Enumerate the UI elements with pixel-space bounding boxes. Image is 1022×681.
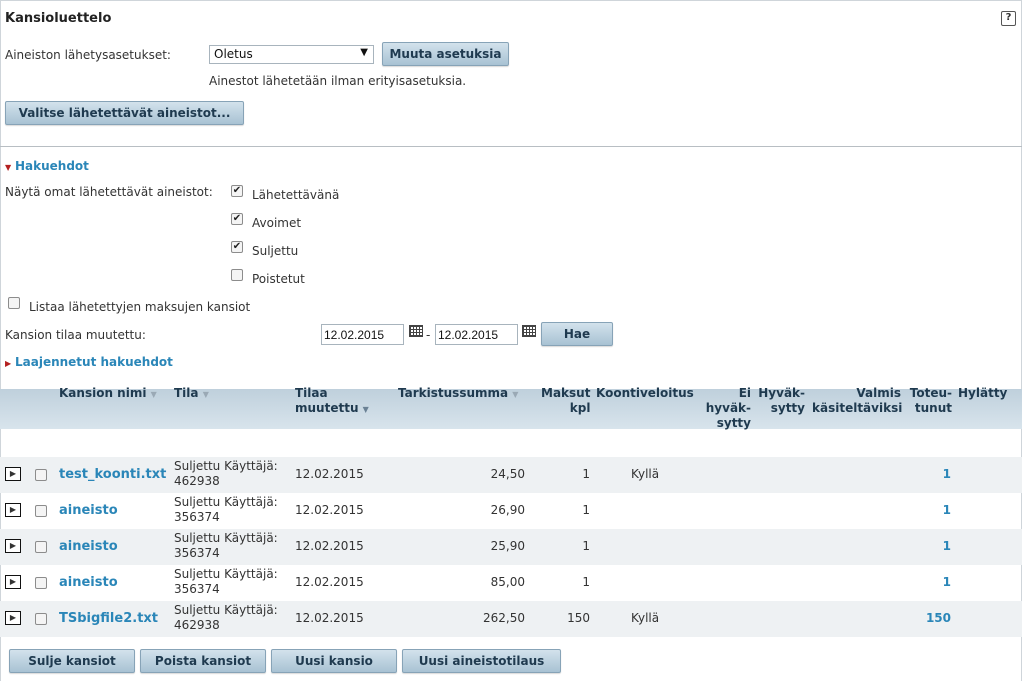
search-toggle-label: Hakuehdot bbox=[14, 159, 89, 173]
row-payments: 1 bbox=[582, 575, 590, 589]
search-toggle[interactable]: ▼ Hakuehdot bbox=[5, 159, 89, 173]
expand-row-icon[interactable]: ▶ bbox=[5, 503, 21, 517]
help-icon[interactable]: ? bbox=[1001, 11, 1016, 26]
row-checksum: 24,50 bbox=[490, 467, 525, 481]
folder-name-link[interactable]: aineisto bbox=[59, 575, 118, 590]
table-row: ▶ TSbigfile2.txt Suljettu Käyttäjä: 46293… bbox=[0, 601, 1022, 637]
send-settings-value: Oletus bbox=[214, 47, 253, 61]
expand-row-icon[interactable]: ▶ bbox=[5, 611, 21, 625]
expand-row-icon[interactable]: ▶ bbox=[5, 575, 21, 589]
folder-name-link[interactable]: aineisto bbox=[59, 503, 118, 518]
row-consolidated: Kyllä bbox=[631, 611, 660, 625]
col-consolidated: Koontiveloitus bbox=[596, 386, 694, 400]
col-name[interactable]: Kansion nimi ▼ bbox=[59, 386, 157, 402]
calendar-icon[interactable] bbox=[409, 325, 423, 337]
col-rejected: Hylätty bbox=[958, 386, 1008, 400]
row-payments: 1 bbox=[582, 467, 590, 481]
status-checkbox-closed[interactable]: ✔ bbox=[231, 241, 243, 253]
status-label-closed: Suljettu bbox=[252, 244, 299, 258]
row-done-link[interactable]: 1 bbox=[900, 575, 951, 590]
row-status: Suljettu Käyttäjä: 356374 bbox=[174, 567, 278, 596]
chevron-down-icon: ▼ bbox=[360, 47, 368, 58]
list-paid-label: Listaa lähetettyjen maksujen kansiot bbox=[29, 300, 251, 314]
date-from-input[interactable] bbox=[321, 324, 404, 345]
status-label-sending: Lähetettävänä bbox=[252, 188, 340, 202]
close-folders-button[interactable]: Sulje kansiot bbox=[9, 649, 135, 673]
table-header: Kansion nimi ▼ Tila ▼ Tilaa muutettu ▼ Ta… bbox=[0, 386, 1022, 430]
folder-name-link[interactable]: aineisto bbox=[59, 539, 118, 554]
row-payments: 1 bbox=[582, 539, 590, 553]
row-done-link[interactable]: 1 bbox=[900, 539, 951, 554]
folder-name-link[interactable]: TSbigfile2.txt bbox=[59, 611, 158, 626]
row-changed: 12.02.2015 bbox=[295, 575, 364, 589]
row-checksum: 25,90 bbox=[490, 539, 525, 553]
expand-row-icon[interactable]: ▶ bbox=[5, 539, 21, 553]
row-changed: 12.02.2015 bbox=[295, 539, 364, 553]
divider bbox=[0, 146, 1022, 147]
row-done-link[interactable]: 1 bbox=[900, 503, 951, 518]
row-payments: 1 bbox=[582, 503, 590, 517]
col-ready: Valmis käsiteltäviksi bbox=[812, 386, 903, 415]
row-checkbox[interactable] bbox=[35, 541, 47, 553]
changed-label: Kansion tilaa muutettu: bbox=[5, 328, 146, 342]
row-changed: 12.02.2015 bbox=[295, 467, 364, 481]
row-checkbox[interactable] bbox=[35, 505, 47, 517]
calendar-icon[interactable] bbox=[522, 325, 536, 337]
table-row: ▶ aineisto Suljettu Käyttäjä: 356374 12.0… bbox=[0, 529, 1022, 565]
row-checksum: 85,00 bbox=[490, 575, 525, 589]
send-settings-select[interactable]: Oletus ▼ bbox=[209, 45, 374, 64]
status-label-deleted: Poistetut bbox=[252, 272, 305, 286]
row-status: Suljettu Käyttäjä: 462938 bbox=[174, 459, 278, 488]
table-row: ▶ aineisto Suljettu Käyttäjä: 356374 12.0… bbox=[0, 493, 1022, 529]
triangle-down-icon: ▼ bbox=[5, 163, 12, 172]
row-done-link[interactable]: 150 bbox=[900, 611, 951, 626]
row-checkbox[interactable] bbox=[35, 469, 47, 481]
row-changed: 12.02.2015 bbox=[295, 611, 364, 625]
new-folder-button[interactable]: Uusi kansio bbox=[271, 649, 397, 673]
change-settings-button[interactable]: Muuta asetuksia bbox=[382, 42, 509, 66]
status-checkbox-deleted[interactable] bbox=[231, 269, 243, 281]
status-label-open: Avoimet bbox=[252, 216, 302, 230]
new-order-button[interactable]: Uusi aineistotilaus bbox=[402, 649, 561, 673]
row-status: Suljettu Käyttäjä: 356374 bbox=[174, 495, 278, 524]
table-row: ▶ aineisto Suljettu Käyttäjä: 356374 12.0… bbox=[0, 565, 1022, 601]
table-row: ▶ test_koonti.txt Suljettu Käyttäjä: 4629… bbox=[0, 457, 1022, 493]
extended-search-label: Laajennetut hakuehdot bbox=[14, 355, 173, 369]
row-status: Suljettu Käyttäjä: 356374 bbox=[174, 531, 278, 560]
search-button[interactable]: Hae bbox=[541, 322, 613, 346]
send-settings-info: Ainestot lähetetään ilman erityisasetuks… bbox=[209, 74, 467, 88]
row-payments: 150 bbox=[567, 611, 590, 625]
status-checkbox-sending[interactable]: ✔ bbox=[231, 185, 243, 197]
row-done-link[interactable]: 1 bbox=[900, 467, 951, 482]
col-status[interactable]: Tila ▼ bbox=[174, 386, 209, 402]
col-payments: Maksut kpl bbox=[541, 386, 591, 415]
col-checksum[interactable]: Tarkistussumma ▼ bbox=[398, 386, 518, 402]
col-done: Toteu-tunut bbox=[909, 386, 952, 415]
extended-search-toggle[interactable]: ▶ Laajennetut hakuehdot bbox=[5, 355, 173, 369]
row-consolidated: Kyllä bbox=[631, 467, 660, 481]
col-approved: Hyväk-sytty bbox=[758, 386, 805, 415]
col-not-approved: Ei hyväk-sytty bbox=[705, 386, 751, 430]
list-paid-checkbox[interactable] bbox=[8, 297, 20, 309]
send-settings-label: Aineiston lähetysasetukset: bbox=[5, 48, 171, 62]
status-checkbox-open[interactable]: ✔ bbox=[231, 213, 243, 225]
row-checksum: 262,50 bbox=[483, 611, 525, 625]
show-own-label: Näytä omat lähetettävät aineistot: bbox=[5, 185, 213, 199]
page-title: Kansioluettelo bbox=[5, 11, 112, 26]
date-to-input[interactable] bbox=[435, 324, 518, 345]
date-separator: - bbox=[426, 328, 431, 342]
folder-name-link[interactable]: test_koonti.txt bbox=[59, 467, 166, 482]
col-changed[interactable]: Tilaa muutettu ▼ bbox=[295, 386, 369, 417]
row-checkbox[interactable] bbox=[35, 577, 47, 589]
delete-folders-button[interactable]: Poista kansiot bbox=[140, 649, 266, 673]
expand-row-icon[interactable]: ▶ bbox=[5, 467, 21, 481]
row-checksum: 26,90 bbox=[490, 503, 525, 517]
row-status: Suljettu Käyttäjä: 462938 bbox=[174, 603, 278, 632]
select-files-button[interactable]: Valitse lähetettävät aineistot... bbox=[5, 101, 244, 125]
row-checkbox[interactable] bbox=[35, 613, 47, 625]
row-changed: 12.02.2015 bbox=[295, 503, 364, 517]
triangle-right-icon: ▶ bbox=[5, 359, 12, 368]
